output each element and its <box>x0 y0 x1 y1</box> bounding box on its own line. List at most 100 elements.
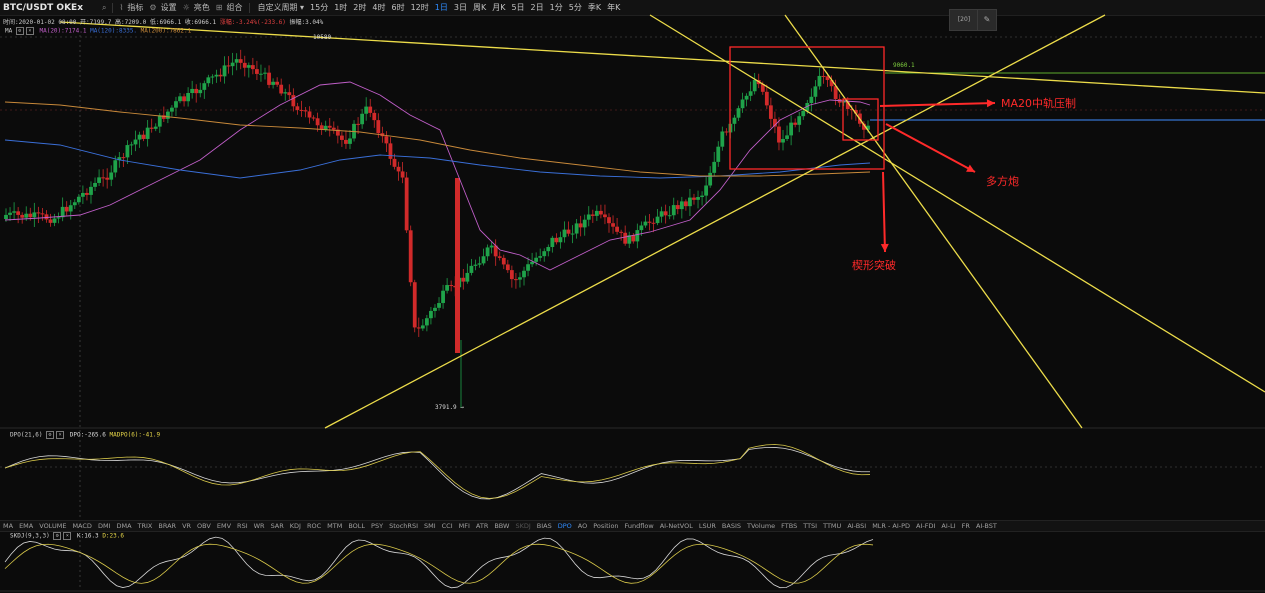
indicator-tab[interactable]: DMA <box>116 522 131 530</box>
indicator-tab[interactable]: EMA <box>19 522 33 530</box>
ohlc-close: 收:6966.1 <box>184 19 217 26</box>
candle-body <box>752 80 757 92</box>
candle-body <box>60 206 65 218</box>
indicator-tab[interactable]: FTBS <box>781 522 797 530</box>
candle-body <box>461 277 466 282</box>
indicator-tab[interactable]: RSI <box>237 522 248 530</box>
indicator-tab[interactable]: FR <box>962 522 970 530</box>
indicator-tab[interactable]: AI-NetVOL <box>660 522 693 530</box>
candle-body <box>348 138 352 144</box>
candle-body <box>732 117 737 124</box>
candle-body <box>817 75 822 87</box>
candle-body <box>113 160 118 173</box>
indicator-tab[interactable]: VOLUME <box>39 522 66 530</box>
indicator-tab[interactable]: MFI <box>459 522 470 530</box>
ohlc-readout: 时间:2020-01-02 08:00 开:7199.7 高:7209.0 低:… <box>3 17 323 26</box>
candle-body <box>603 214 607 218</box>
candle-body <box>550 237 555 248</box>
ma20-value: MA(20):7174.1 <box>39 27 87 35</box>
candle-body <box>323 125 328 130</box>
indicator-tab[interactable]: SAR <box>271 522 284 530</box>
candle-body <box>793 122 798 125</box>
indicator-tab[interactable]: SKDJ <box>515 522 530 530</box>
dpo-value: DPO:-265.6 <box>69 431 106 439</box>
annotation-ma20-pressure: MA20中轨压制 <box>1001 97 1077 110</box>
indicator-tab[interactable]: AI-LI <box>941 522 955 530</box>
indicator-tab[interactable]: KDJ <box>290 522 301 530</box>
indicator-selector-bar: MA EMA VOLUME MACD DMI DMA TRIX BRAR VR OBV EMV RSI… <box>0 520 1265 532</box>
price-chart[interactable] <box>0 0 1265 593</box>
candle-body <box>659 211 664 217</box>
indicator-tab[interactable]: TVolume <box>747 522 775 530</box>
candle-body <box>688 197 692 207</box>
ma-legend-name: MA <box>5 27 13 35</box>
candle-body <box>526 264 530 271</box>
candle-body <box>97 177 101 183</box>
indicator-tab[interactable]: Fundflow <box>625 522 654 530</box>
candle-body <box>68 205 73 212</box>
candle-body <box>429 310 433 319</box>
candle-body <box>12 211 16 213</box>
indicator-tab[interactable]: MLR - AI-PD <box>872 522 910 530</box>
indicator-tab[interactable]: EMV <box>217 522 231 530</box>
indicator-tab[interactable]: AI-BSI <box>847 522 866 530</box>
indicator-tab[interactable]: SMI <box>424 522 436 530</box>
candle-body <box>655 216 660 224</box>
indicator-tab[interactable]: BRAR <box>158 522 176 530</box>
indicator-tab[interactable]: BBW <box>494 522 509 530</box>
candle-body <box>582 219 587 228</box>
candle-body <box>424 318 429 326</box>
candle-body <box>635 230 640 242</box>
skdj-legend: SKDJ(9,3,3) ⚙ × K:16.3 D:23.6 <box>10 532 124 540</box>
candle-body <box>465 272 470 282</box>
candle-body <box>789 122 794 136</box>
candle-body <box>724 131 729 133</box>
indicator-tab[interactable]: CCI <box>442 522 453 530</box>
indicator-tab[interactable]: ROC <box>307 522 321 530</box>
candle-body <box>364 106 369 114</box>
close-small-icon[interactable]: × <box>25 27 34 35</box>
indicator-tab[interactable]: MACD <box>72 522 91 530</box>
indicator-tab[interactable]: AI-BST <box>976 522 997 530</box>
indicator-tab[interactable]: DMI <box>98 522 111 530</box>
indicator-tab[interactable]: BASIS <box>722 522 741 530</box>
indicator-tab[interactable]: ATR <box>476 522 488 530</box>
indicator-tab[interactable]: BIAS <box>537 522 552 530</box>
indicator-tab[interactable]: PSY <box>371 522 383 530</box>
indicator-tab[interactable]: AI-FDI <box>916 522 935 530</box>
candle-body <box>809 96 814 103</box>
indicator-tab[interactable]: LSUR <box>699 522 716 530</box>
indicator-tab[interactable]: MA <box>3 522 13 530</box>
indicator-tab[interactable]: WR <box>254 522 265 530</box>
indicator-tab[interactable]: VR <box>182 522 191 530</box>
settings-small-icon[interactable]: ⚙ <box>46 431 55 439</box>
indicator-tab[interactable]: TTSI <box>803 522 817 530</box>
candle-body <box>283 92 288 94</box>
close-small-icon[interactable]: × <box>56 431 65 439</box>
ma-legend: MA ⚙ × MA(20):7174.1 MA(120):8335. MA(200… <box>5 27 191 35</box>
candle-body <box>449 285 454 287</box>
indicator-tab[interactable]: MTM <box>327 522 342 530</box>
indicator-tab[interactable]: TRIX <box>138 522 153 530</box>
candle-body <box>129 144 134 146</box>
indicator-tab[interactable]: Position <box>593 522 618 530</box>
level-price-label: 9060.1 <box>893 62 915 69</box>
settings-small-icon[interactable]: ⚙ <box>53 532 62 540</box>
settings-small-icon[interactable]: ⚙ <box>15 27 24 35</box>
high-price-label: 10580 <box>313 34 332 41</box>
skdj-name: SKDJ(9,3,3) <box>10 532 50 540</box>
skdj-k-line <box>4 536 874 589</box>
indicator-tab[interactable]: BOLL <box>348 522 365 530</box>
close-small-icon[interactable]: × <box>63 532 72 540</box>
candle-body <box>214 74 219 77</box>
candle-body <box>514 279 518 281</box>
indicator-tab[interactable]: StochRSI <box>389 522 418 530</box>
indicator-tab[interactable]: OBV <box>197 522 211 530</box>
candle-body <box>16 211 21 215</box>
indicator-tab[interactable]: AO <box>578 522 587 530</box>
candle-body <box>607 217 611 224</box>
indicator-tab[interactable]: TTMU <box>823 522 841 530</box>
candle-body <box>599 210 603 215</box>
indicator-tab[interactable]: DPO <box>558 522 572 530</box>
candle-body <box>174 101 178 108</box>
